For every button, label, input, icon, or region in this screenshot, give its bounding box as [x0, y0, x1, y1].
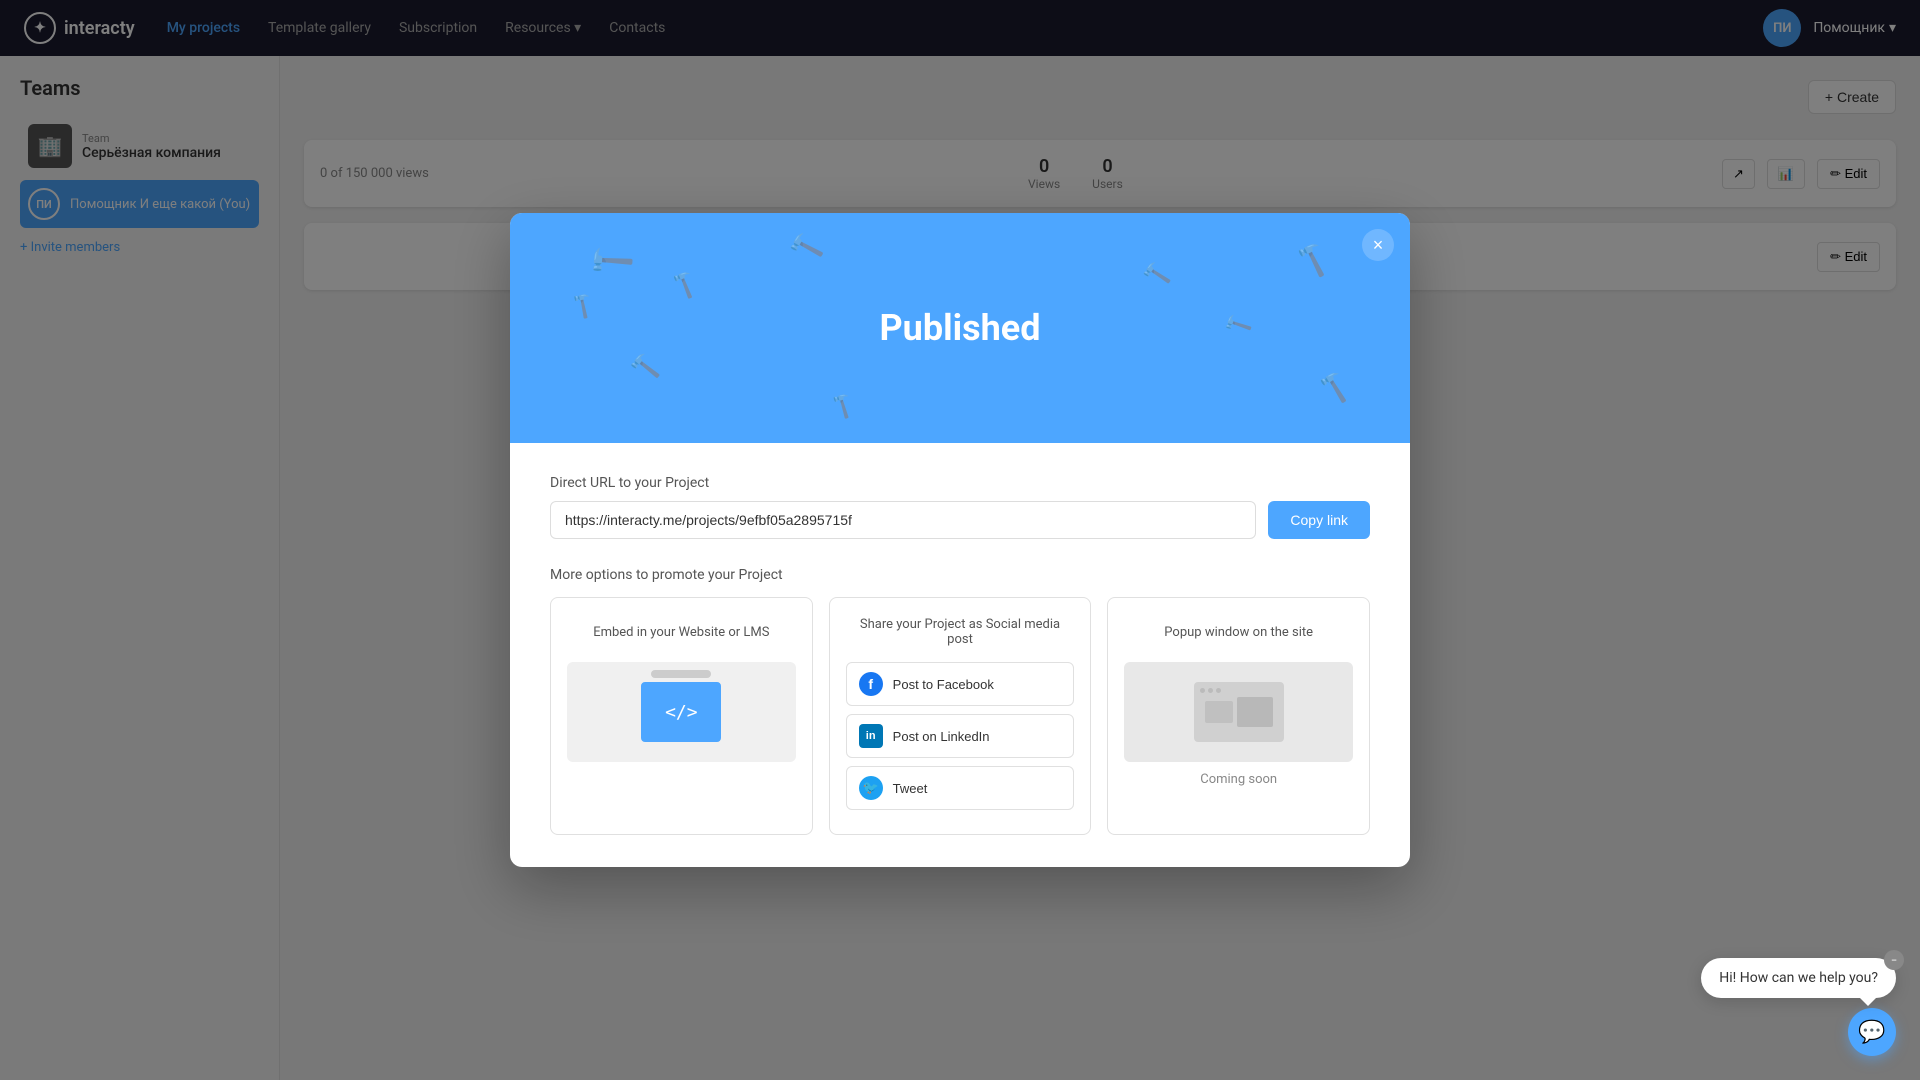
facebook-label: Post to Facebook [893, 677, 994, 692]
url-row: Copy link [550, 501, 1370, 539]
url-label: Direct URL to your Project [550, 475, 1370, 491]
embed-preview: </> [567, 662, 796, 762]
promote-label: More options to promote your Project [550, 567, 1370, 583]
popup-preview [1124, 662, 1353, 762]
hammer-icon-7: 🔨 [1221, 308, 1255, 341]
linkedin-icon: in [859, 724, 883, 748]
promote-cards: Embed in your Website or LMS </> Share y… [550, 597, 1370, 835]
code-icon: </> [665, 702, 698, 723]
modal-overlay: 🔨 🔨 🔨 🔨 🔨 🔨 🔨 🔨 🔨 🔨 Published × Direct U… [0, 0, 1920, 1080]
popup-card: Popup window on the site Coming [1107, 597, 1370, 835]
dot-1 [1200, 688, 1205, 693]
chat-close-button[interactable]: − [1884, 950, 1904, 970]
copy-link-button[interactable]: Copy link [1268, 501, 1370, 539]
popup-rect-1 [1205, 701, 1233, 723]
social-card: Share your Project as Social media post … [829, 597, 1092, 835]
popup-dots [1200, 688, 1221, 693]
hammer-icon-5: 🔨 [628, 351, 662, 384]
hammer-icon-1: 🔨 [582, 234, 637, 289]
facebook-icon: f [859, 672, 883, 696]
hammer-icon-8: 🔨 [1315, 370, 1352, 405]
twitter-button[interactable]: 🐦 Tweet [846, 766, 1075, 810]
popup-card-title: Popup window on the site [1124, 614, 1353, 650]
linkedin-button[interactable]: in Post on LinkedIn [846, 714, 1075, 758]
popup-rect-2 [1237, 697, 1273, 727]
modal-header: 🔨 🔨 🔨 🔨 🔨 🔨 🔨 🔨 🔨 🔨 Published × [510, 213, 1410, 443]
embed-inner: </> [641, 682, 721, 742]
dot-3 [1216, 688, 1221, 693]
hammer-icon-4: 🔨 [566, 288, 600, 321]
embed-card-title: Embed in your Website or LMS [567, 614, 796, 650]
embed-bar [651, 670, 711, 678]
hammer-icon-6: 🔨 [1291, 239, 1333, 280]
facebook-button[interactable]: f Post to Facebook [846, 662, 1075, 706]
social-card-title: Share your Project as Social media post [846, 614, 1075, 650]
close-modal-button[interactable]: × [1362, 229, 1394, 261]
popup-inner [1194, 682, 1284, 742]
chat-open-button[interactable]: 💬 [1848, 1008, 1896, 1056]
twitter-icon: 🐦 [859, 776, 883, 800]
linkedin-label: Post on LinkedIn [893, 729, 990, 744]
coming-soon-text: Coming soon [1124, 772, 1353, 787]
chat-widget: − Hi! How can we help you? 💬 [1701, 958, 1896, 1056]
hammer-icon-10: 🔨 [826, 389, 859, 421]
chat-bubble-text: Hi! How can we help you? [1719, 970, 1878, 986]
hammer-icon-2: 🔨 [667, 269, 701, 302]
chat-bubble: − Hi! How can we help you? [1701, 958, 1896, 998]
modal-title: Published [879, 307, 1040, 349]
hammer-icon-9: 🔨 [1140, 260, 1173, 291]
dot-2 [1208, 688, 1213, 693]
embed-card: Embed in your Website or LMS </> [550, 597, 813, 835]
published-modal: 🔨 🔨 🔨 🔨 🔨 🔨 🔨 🔨 🔨 🔨 Published × Direct U… [510, 213, 1410, 867]
hammer-icon-3: 🔨 [786, 228, 827, 267]
twitter-label: Tweet [893, 781, 928, 796]
modal-body: Direct URL to your Project Copy link Mor… [510, 443, 1410, 867]
url-input[interactable] [550, 501, 1256, 539]
